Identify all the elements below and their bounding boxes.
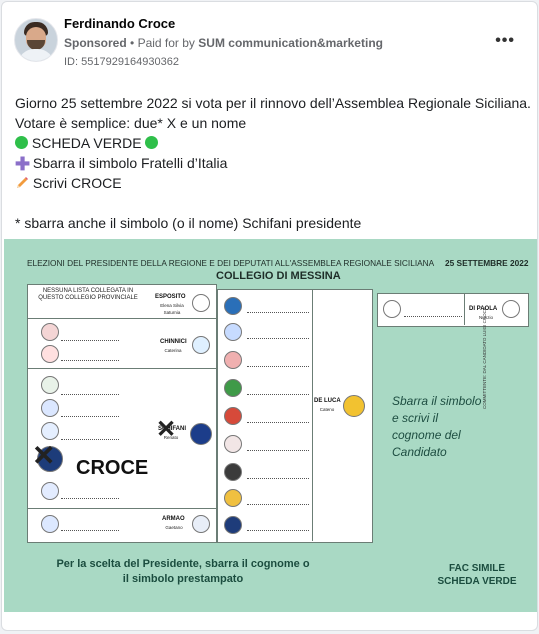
- party-logo: [41, 482, 59, 500]
- nessuna-lista-text: NESSUNA LISTA COLLEGATA IN QUESTO COLLEG…: [38, 288, 138, 301]
- preference-line: [247, 421, 309, 423]
- sponsor-line: Sponsored • Paid for by SUM communicatio…: [64, 36, 383, 50]
- party-logo: [192, 515, 210, 533]
- preference-line: [61, 529, 119, 531]
- preference-line: [61, 415, 119, 417]
- preference-line: [247, 449, 309, 451]
- ad-id: ID: 5517929164930362: [64, 56, 179, 68]
- preference-line: [247, 365, 309, 367]
- party-logo: [41, 515, 59, 533]
- separator: •: [130, 36, 138, 50]
- cross-mark: ✕: [32, 440, 56, 471]
- candidate-esposito-sub: Elena Silvia Saturnia: [160, 303, 184, 315]
- party-logo: [224, 463, 242, 481]
- post-line: ✚ Sbarra il simbolo Fratelli d’Italia: [15, 153, 530, 173]
- party-logo: [224, 323, 242, 341]
- candidate-armao-sub: Gaetano: [165, 525, 183, 530]
- column-divider: [464, 293, 465, 325]
- green-circle-icon: [15, 136, 28, 149]
- sponsored-label: Sponsored: [64, 36, 127, 50]
- party-logo: [192, 336, 210, 354]
- party-logo: [192, 294, 210, 312]
- ballot-header: ELEZIONI DEL PRESIDENTE DELLA REGIONE E …: [27, 258, 435, 268]
- croce-written: CROCE: [76, 457, 149, 479]
- party-logo: [41, 422, 59, 440]
- ad-post-card: Ferdinando Croce Sponsored • Paid for by…: [1, 1, 538, 631]
- post-line: Scrivi CROCE: [15, 173, 530, 193]
- post-line: * sbarra anche il simbolo (o il nome) Sc…: [15, 215, 362, 231]
- party-logo: [224, 489, 242, 507]
- instruction-text: Scrivi CROCE: [32, 175, 122, 191]
- schifani-logo: [190, 423, 212, 445]
- ballot-footer-left: Per la scelta del Presidente, sbarra il …: [56, 558, 310, 585]
- party-logo: [502, 300, 520, 318]
- ballot-footer-right: FAC SIMILE SCHEDA VERDE: [437, 563, 517, 587]
- candidate-chinnici: CHINNICI: [160, 339, 187, 345]
- party-logo: [41, 345, 59, 363]
- party-logo: [383, 300, 401, 318]
- party-logo: [224, 351, 242, 369]
- scheda-verde-text: SCHEDA VERDE: [31, 135, 142, 151]
- pencil-icon: [17, 177, 28, 188]
- preference-line: [247, 311, 309, 313]
- candidate-deluca: DE LUCA: [314, 398, 341, 404]
- preference-line: [61, 339, 119, 341]
- preference-line: [61, 359, 119, 361]
- post-line: Votare è semplice: due* X e un nome: [15, 115, 247, 131]
- preference-line: [61, 438, 119, 440]
- ballot-image[interactable]: ELEZIONI DEL PRESIDENTE DELLA REGIONE E …: [4, 239, 537, 612]
- author-name[interactable]: Ferdinando Croce: [64, 16, 175, 31]
- candidate-armao: ARMAO: [162, 516, 185, 522]
- ballot-date: 25 SETTEMBRE 2022: [445, 258, 529, 268]
- ballot-instruction: Sbarra il simbolo e scrivi il cognome de…: [392, 394, 482, 459]
- party-logo: [224, 435, 242, 453]
- preference-line: [61, 497, 119, 499]
- column-divider: [312, 289, 313, 541]
- candidate-deluca-sub: Cateno: [319, 407, 335, 412]
- payer-link[interactable]: SUM communication&marketing: [198, 36, 383, 50]
- party-logo: [343, 395, 365, 417]
- preference-line: [247, 393, 309, 395]
- party-logo: [224, 516, 242, 534]
- post-line: Giorno 25 settembre 2022 si vota per il …: [15, 95, 531, 111]
- post-text: Giorno 25 settembre 2022 si vota per il …: [15, 93, 531, 233]
- instruction-text: Sbarra il simbolo Fratelli d’Italia: [32, 155, 228, 171]
- party-logo: [224, 379, 242, 397]
- preference-line: [61, 393, 119, 395]
- candidate-chinnici-sub: Caterina: [164, 348, 182, 353]
- party-logo: [41, 323, 59, 341]
- more-options-icon[interactable]: •••: [495, 32, 515, 50]
- cross-mark: ✕: [156, 416, 177, 443]
- ballot-collegio: COLLEGIO DI MESSINA: [216, 270, 341, 282]
- author-avatar[interactable]: [14, 18, 58, 62]
- preference-line: [247, 337, 309, 339]
- preference-line: [247, 503, 309, 505]
- party-logo: [224, 297, 242, 315]
- party-logo: [41, 376, 59, 394]
- party-logo: [41, 399, 59, 417]
- preference-line: [247, 529, 309, 531]
- preference-line: [404, 315, 462, 317]
- party-logo: [224, 407, 242, 425]
- green-circle-icon: [145, 136, 159, 149]
- paid-for-label: Paid for by: [137, 36, 195, 50]
- preference-line: [247, 477, 309, 479]
- candidate-esposito: ESPOSITO: [155, 294, 186, 300]
- post-line: SCHEDA VERDE: [15, 133, 530, 153]
- ballot-side-note: COMMITTENTE: DAL CANDIDATO LUIGI CROCE: [482, 307, 487, 409]
- plus-icon: ✚: [15, 154, 31, 174]
